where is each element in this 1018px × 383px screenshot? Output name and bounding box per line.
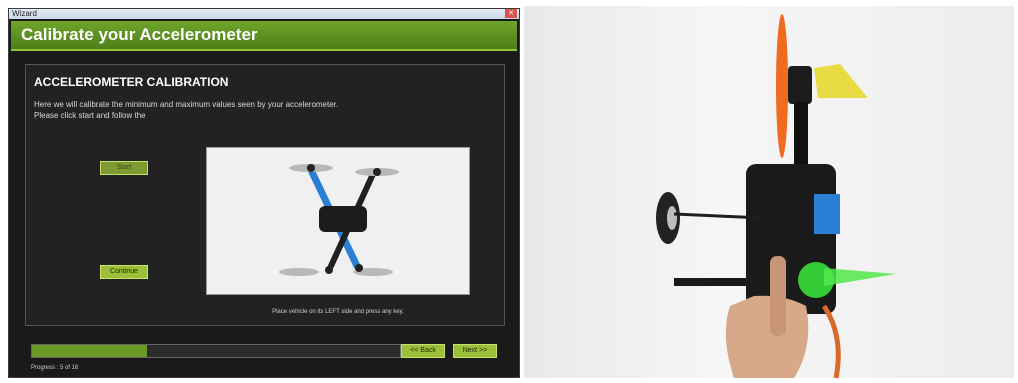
battery [814,194,840,234]
panel-description: Here we will calibrate the minimum and m… [34,100,339,120]
motor [325,266,333,274]
close-icon[interactable]: ✕ [505,9,517,18]
drone-body [319,206,367,232]
next-button[interactable]: Next >> [453,344,497,358]
hand-held-drone-illustration [656,14,896,378]
window-titlebar: Wizard ✕ [9,9,519,19]
wire [821,304,841,378]
propeller [776,14,788,158]
motor [788,66,812,104]
motor [307,164,315,172]
physical-drone-photo [524,6,1014,378]
back-button[interactable]: << Back [401,344,445,358]
calibration-panel: ACCELEROMETER CALIBRATION Here we will c… [25,64,505,326]
wheel-hub [667,206,677,230]
drone-topview-illustration [207,148,469,294]
progress-label: Progress : 5 of 16 [31,365,79,371]
window-title: Wizard [12,9,37,18]
motor [355,264,363,272]
start-button[interactable]: Start [100,161,148,175]
panel-title: ACCELEROMETER CALIBRATION [34,75,229,89]
hand [725,295,809,378]
instruction-text: Place vehicle on its LEFT side and press… [272,309,404,315]
continue-button[interactable]: Continue [100,265,148,279]
propeller [279,268,319,276]
progress-bar [31,344,401,358]
wizard-header: Calibrate your Accelerometer [11,21,517,51]
wizard-window: Wizard ✕ Calibrate your Accelerometer AC… [8,8,520,378]
propeller-guard [814,64,868,98]
finger [770,256,786,336]
drone-orientation-image [206,147,470,295]
progress-fill [32,345,147,357]
motor [373,168,381,176]
propeller [824,268,896,286]
page-title: Calibrate your Accelerometer [21,25,258,44]
